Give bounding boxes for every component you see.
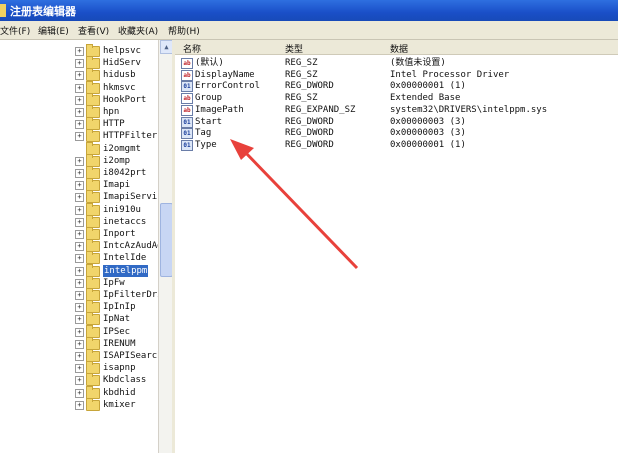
annotation-arrow [230, 139, 359, 270]
annotation-arrow-shaft [242, 149, 359, 270]
